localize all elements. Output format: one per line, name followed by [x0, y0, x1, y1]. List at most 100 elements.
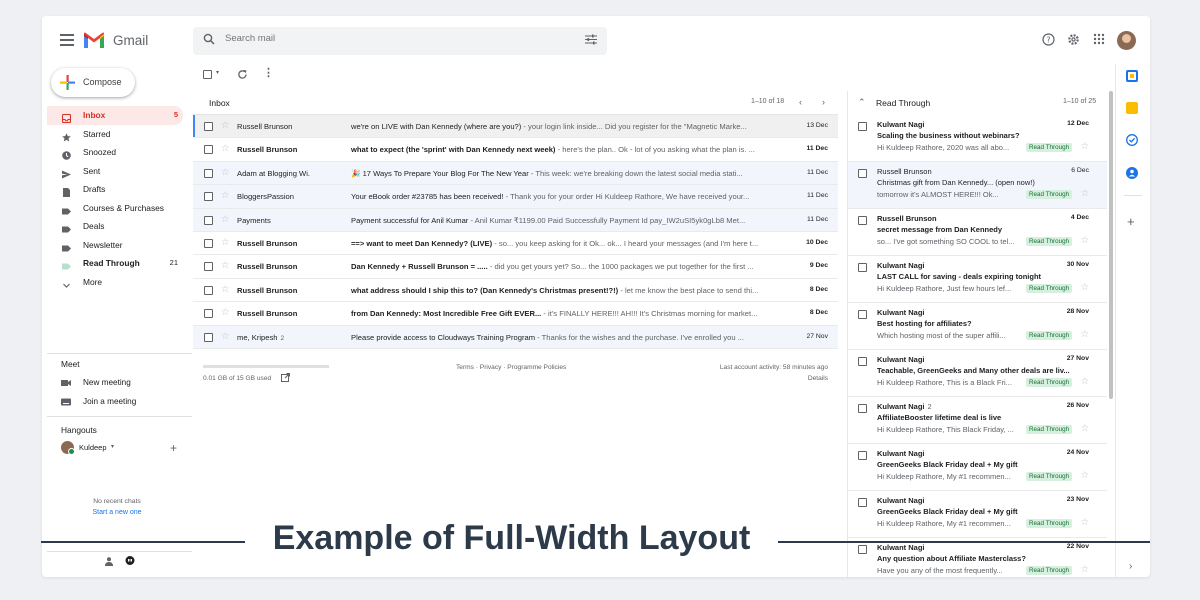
row-checkbox[interactable]	[204, 262, 213, 272]
star-icon[interactable]: ☆	[221, 260, 230, 271]
row-checkbox[interactable]	[204, 332, 213, 342]
keep-icon[interactable]	[1126, 102, 1138, 114]
select-all-checkbox[interactable]	[203, 70, 212, 79]
row-checkbox[interactable]	[858, 169, 867, 178]
star-icon[interactable]: ☆	[221, 307, 230, 318]
read-through-row[interactable]: Kulwant Nagi 28 Nov Best hosting for affil…	[848, 303, 1107, 350]
mail-row[interactable]: ☆ Russell Brunson Dan Kennedy + Russell Br…	[193, 255, 838, 279]
help-icon[interactable]: ?	[1042, 33, 1055, 46]
mail-row[interactable]: ☆ Adam at Blogging Wi. 🎉 17 Ways To Prepar…	[193, 161, 838, 186]
row-checkbox[interactable]	[858, 263, 867, 272]
read-through-row[interactable]: Kulwant Nagi 27 Nov Teachable, GreenGeeks …	[848, 350, 1107, 397]
sidebar-item-drafts[interactable]: Drafts	[47, 180, 183, 199]
search-icon[interactable]	[203, 33, 215, 45]
row-checkbox[interactable]	[204, 238, 213, 248]
star-icon[interactable]: ☆	[221, 331, 230, 342]
star-icon[interactable]: ☆	[1080, 235, 1089, 246]
gmail-logo-icon[interactable]	[83, 32, 105, 49]
read-through-label-chip[interactable]: Read Through	[1026, 378, 1073, 387]
calendar-icon[interactable]	[1126, 70, 1138, 82]
star-icon[interactable]: ☆	[221, 167, 230, 178]
main-menu-icon[interactable]	[60, 34, 74, 46]
tasks-icon[interactable]	[1126, 134, 1138, 146]
newer-page-icon[interactable]: ›	[822, 97, 825, 107]
mail-row[interactable]: ☆ BloggersPassion Your eBook order #23785 …	[193, 185, 838, 209]
sidebar-item-deals[interactable]: Deals	[47, 217, 183, 236]
search-bar[interactable]	[193, 27, 607, 55]
star-icon[interactable]: ☆	[221, 214, 230, 225]
add-chat-icon[interactable]: +	[170, 441, 177, 455]
row-checkbox[interactable]	[858, 357, 867, 366]
hangouts-chat-icon[interactable]	[125, 556, 135, 566]
row-checkbox[interactable]	[858, 122, 867, 131]
sidebar-item-read-through[interactable]: Read Through 21	[47, 254, 183, 273]
row-checkbox[interactable]	[858, 216, 867, 225]
row-checkbox[interactable]	[858, 451, 867, 460]
read-through-label-chip[interactable]: Read Through	[1026, 237, 1073, 246]
search-options-icon[interactable]	[585, 34, 597, 45]
status-dropdown-icon[interactable]: ▾	[111, 443, 114, 450]
row-checkbox[interactable]	[204, 168, 213, 178]
row-checkbox[interactable]	[204, 309, 213, 319]
row-checkbox[interactable]	[204, 215, 213, 225]
read-through-row[interactable]: Kulwant Nagi 30 Nov LAST CALL for saving -…	[848, 256, 1107, 303]
row-checkbox[interactable]	[858, 404, 867, 413]
read-through-label-chip[interactable]: Read Through	[1026, 472, 1073, 481]
person-icon[interactable]	[105, 557, 113, 566]
row-checkbox[interactable]	[204, 285, 213, 295]
read-through-label-chip[interactable]: Read Through	[1026, 519, 1073, 528]
row-checkbox[interactable]	[204, 145, 213, 155]
mail-row[interactable]: ☆ Payments Payment successful for Anil Kum…	[193, 208, 838, 232]
star-icon[interactable]: ☆	[1080, 329, 1089, 340]
row-checkbox[interactable]	[858, 310, 867, 319]
sidebar-item-inbox[interactable]: Inbox 5	[47, 106, 183, 125]
sidebar-item-more[interactable]: More	[47, 273, 183, 292]
sidebar-item-sent[interactable]: Sent	[47, 162, 183, 181]
details-link[interactable]: Details	[808, 375, 828, 382]
read-through-label-chip[interactable]: Read Through	[1026, 566, 1073, 575]
footer-links[interactable]: Terms · Privacy · Programme Policies	[456, 364, 566, 371]
read-through-row[interactable]: Kulwant Nagi 12 Dec Scaling the business w…	[848, 115, 1107, 162]
sidebar-item-snoozed[interactable]: Snoozed	[47, 143, 183, 162]
read-through-row[interactable]: Kulwant Nagi 22 Nov Any question about Aff…	[848, 538, 1107, 577]
row-checkbox[interactable]	[204, 122, 213, 131]
contacts-icon[interactable]	[1126, 167, 1138, 179]
refresh-icon[interactable]	[237, 69, 248, 80]
read-through-row[interactable]: Kulwant Nagi 24 Nov GreenGeeks Black Frida…	[848, 444, 1107, 491]
search-input[interactable]	[225, 33, 525, 44]
mail-row[interactable]: ☆ Russell Brunson what address should I sh…	[193, 278, 838, 303]
row-checkbox[interactable]	[204, 192, 213, 202]
read-through-label-chip[interactable]: Read Through	[1026, 190, 1073, 199]
account-avatar[interactable]	[1117, 31, 1136, 50]
read-through-label-chip[interactable]: Read Through	[1026, 143, 1073, 152]
sidebar-item-starred[interactable]: Starred	[47, 125, 183, 144]
scrollbar-thumb[interactable]	[1109, 91, 1113, 399]
read-through-label-chip[interactable]: Read Through	[1026, 425, 1073, 434]
start-new-chat-link[interactable]: Start a new one	[42, 509, 192, 516]
star-icon[interactable]: ☆	[221, 237, 230, 248]
compose-button[interactable]: Compose	[51, 68, 135, 97]
read-through-label-chip[interactable]: Read Through	[1026, 284, 1073, 293]
star-icon[interactable]: ☆	[221, 284, 230, 295]
star-icon[interactable]: ☆	[1080, 376, 1089, 387]
select-dropdown-icon[interactable]: ▾	[216, 69, 219, 76]
sidebar-item-newsletter[interactable]: Newsletter	[47, 236, 183, 255]
star-icon[interactable]: ☆	[221, 143, 230, 154]
row-checkbox[interactable]	[858, 545, 867, 554]
sidebar-item-courses-purchases[interactable]: Courses & Purchases	[47, 199, 183, 218]
read-through-row[interactable]: Kulwant Nagi 23 Nov GreenGeeks Black Frida…	[848, 491, 1107, 538]
collapse-icon[interactable]: ⌃	[858, 97, 866, 108]
read-through-row[interactable]: Kulwant Nagi 2 26 Nov AffiliateBooster life…	[848, 397, 1107, 444]
get-addons-icon[interactable]: +	[1127, 214, 1135, 229]
settings-gear-icon[interactable]	[1067, 33, 1080, 46]
star-icon[interactable]: ☆	[1080, 423, 1089, 434]
mail-row[interactable]: ☆ Russell Brunson what to expect (the 'spr…	[193, 138, 838, 162]
read-through-row[interactable]: Russell Brunson 6 Dec Christmas gift from …	[848, 162, 1107, 209]
more-actions-icon[interactable]: ⋮	[263, 66, 274, 79]
star-icon[interactable]: ☆	[1080, 141, 1089, 152]
read-through-row[interactable]: Russell Brunson 4 Dec secret message from …	[848, 209, 1107, 256]
mail-row[interactable]: ☆ me, Kripesh 2 Please provide access to Cl…	[193, 325, 838, 349]
star-icon[interactable]: ☆	[1080, 564, 1089, 575]
older-page-icon[interactable]: ‹	[799, 97, 802, 107]
mail-row[interactable]: ☆ Russell Brunson from Dan Kennedy: Most I…	[193, 302, 838, 326]
